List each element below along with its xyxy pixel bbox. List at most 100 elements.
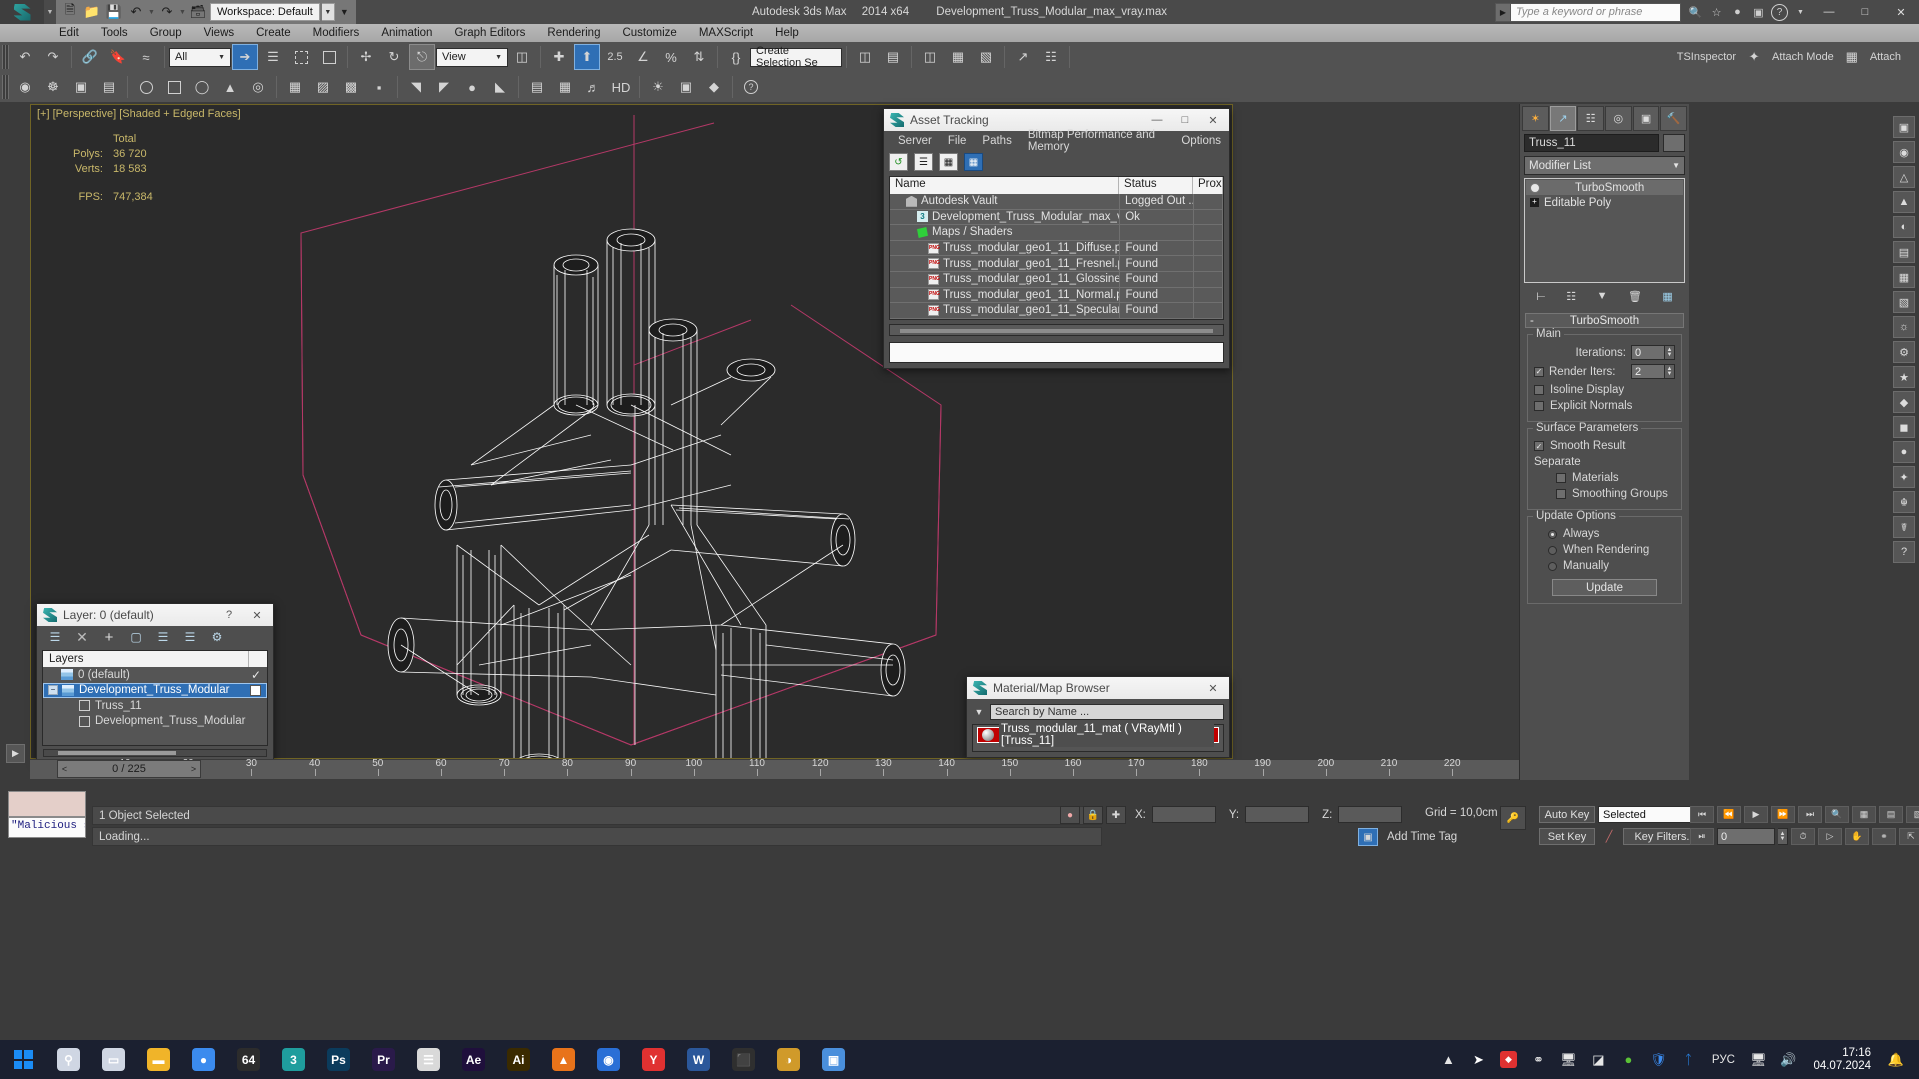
explorer-icon[interactable]: ▬	[136, 1040, 181, 1079]
radio-button[interactable]	[1548, 561, 1557, 571]
attach-mode-icon[interactable]: ▦	[1839, 44, 1865, 70]
asset-table-row[interactable]: Truss_modular_geo1_11_Glossiness.pngFoun…	[890, 271, 1223, 288]
cylinder-primitive-button[interactable]: ◯	[189, 74, 215, 100]
telegram-icon[interactable]: ➤	[1463, 1040, 1493, 1079]
update-option-always[interactable]: Always	[1534, 526, 1675, 542]
pin-stack-icon[interactable]: ⊢	[1536, 290, 1546, 303]
layer-dialog-help[interactable]: ?	[215, 605, 243, 625]
schematic-view-button[interactable]: ☷	[1038, 44, 1064, 70]
minimize-button[interactable]: —	[1811, 0, 1847, 24]
cone-primitive-button[interactable]: ▲	[217, 74, 243, 100]
asset-tracking-titlebar[interactable]: Asset Tracking — □ ✕	[884, 109, 1229, 131]
asset-menu-bitmap-performance-and-memory[interactable]: Bitmap Performance and Memory	[1020, 129, 1174, 153]
menu-item-group[interactable]: Group	[139, 24, 193, 42]
delete-layer-icon[interactable]: ✕	[74, 629, 90, 645]
clock[interactable]: 17:16 04.07.2024	[1803, 1047, 1881, 1073]
layer-properties-icon[interactable]: ⚙	[209, 629, 225, 645]
ribbon-toggle-button[interactable]: ▧	[973, 44, 999, 70]
hierarchy-tab[interactable]: ☷	[1577, 106, 1605, 131]
render-preview-thumbnail[interactable]	[8, 791, 86, 817]
explicit-normals-row[interactable]: Explicit Normals	[1534, 398, 1675, 414]
key-mode-combo[interactable]: Selected ▼	[1598, 806, 1702, 823]
material-list-item[interactable]: Truss_modular_11_mat ( VRayMtl ) [Truss_…	[977, 723, 1219, 747]
selection-lock-pin-icon[interactable]: ●	[1060, 806, 1080, 824]
tool-icon-16[interactable]: ☬	[1893, 491, 1915, 513]
unreal-icon[interactable]: ◑	[766, 1040, 811, 1079]
column-status[interactable]: Status	[1119, 177, 1193, 194]
modify-tab[interactable]: ↗	[1549, 106, 1577, 131]
expand-subobject-icon[interactable]: +	[1530, 198, 1539, 207]
spinner-snap-button[interactable]: ⇅	[686, 44, 712, 70]
key-mode-toggle-icon[interactable]: ╱	[1598, 830, 1620, 843]
asset-tracking-minimize[interactable]: —	[1143, 110, 1171, 130]
display-icon[interactable]: 🖥	[1553, 1040, 1583, 1079]
smooth-result-row[interactable]: ✓ Smooth Result	[1534, 438, 1675, 454]
tool-icon-14[interactable]: ●	[1893, 441, 1915, 463]
grid-view-icon[interactable]: ▦	[964, 153, 983, 171]
snapshot-button[interactable]: ▨	[310, 74, 336, 100]
select-object-button[interactable]: ➔	[232, 44, 258, 70]
asset-table-row[interactable]: Truss_modular_geo1_11_Specular.pngFound	[890, 303, 1223, 319]
help-icon[interactable]: ?	[1770, 3, 1789, 22]
layer-expander-icon[interactable]: −	[48, 685, 58, 696]
render-frame-window-button[interactable]: ▣	[68, 74, 94, 100]
premiere-icon[interactable]: Pr	[361, 1040, 406, 1079]
light-button[interactable]: ☀	[645, 74, 671, 100]
curve-editor-button[interactable]: ↗	[1010, 44, 1036, 70]
set-key-button[interactable]: Set Key	[1539, 828, 1595, 845]
field-of-view-icon[interactable]: ▷	[1818, 828, 1842, 845]
asset-table-row[interactable]: Truss_modular_geo1_11_Normal.pngFound	[890, 287, 1223, 304]
sphere-primitive-button[interactable]	[133, 74, 159, 100]
absolute-relative-mode-icon[interactable]: ✚	[1106, 806, 1126, 824]
key-lock-icon[interactable]: 🔑	[1500, 806, 1526, 830]
maximize-viewport-icon[interactable]: ⇱	[1899, 828, 1919, 845]
graphics-icon[interactable]: ◪	[1583, 1040, 1613, 1079]
search-icon[interactable]: ⚲	[46, 1040, 91, 1079]
layer-visibility-box[interactable]	[250, 684, 261, 696]
asset-table-row[interactable]: 3 Development_Truss_Modular_max_vray.maxO…	[890, 209, 1223, 226]
layer-dialog-titlebar[interactable]: Layer: 0 (default) ? ✕	[37, 604, 273, 626]
undo-button[interactable]: ↶	[12, 44, 38, 70]
quickslice-button[interactable]: ◥	[403, 74, 429, 100]
aftereffects-icon[interactable]: Ae	[451, 1040, 496, 1079]
current-frame-spinner[interactable]: ▲ ▼	[1778, 828, 1788, 845]
layer-row[interactable]: Truss_11	[43, 698, 267, 714]
previous-frame-button[interactable]: ⏪	[1717, 806, 1741, 823]
tool-icon-7[interactable]: ▦	[1893, 266, 1915, 288]
tool-icon-15[interactable]: ✦	[1893, 466, 1915, 488]
material-browser-titlebar[interactable]: Material/Map Browser ✕	[967, 677, 1229, 699]
render-iters-input[interactable]: 2	[1631, 364, 1665, 379]
materials-row[interactable]: Materials	[1534, 470, 1675, 486]
iterations-input[interactable]: 0	[1631, 345, 1665, 360]
layer-horizontal-scrollbar[interactable]	[43, 749, 267, 757]
iterations-spinner[interactable]: ▲ ▼	[1665, 345, 1675, 360]
play-animation-button[interactable]: ▶	[1744, 806, 1768, 823]
select-and-move-button[interactable]: ✢	[353, 44, 379, 70]
asset-tracking-close[interactable]: ✕	[1199, 110, 1227, 130]
word-icon[interactable]: W	[676, 1040, 721, 1079]
go-to-start-button[interactable]: ⏮	[1690, 806, 1714, 823]
material-browser-close[interactable]: ✕	[1199, 678, 1227, 698]
tool-icon-11[interactable]: ★	[1893, 366, 1915, 388]
bind-space-warp-button[interactable]: ≈	[133, 44, 159, 70]
maxscript-mini-listener[interactable]: "Malicious s	[8, 817, 86, 838]
material-editor-button[interactable]: ◉	[12, 74, 38, 100]
list-view-icon[interactable]: ☰	[914, 153, 933, 171]
bell-icon[interactable]: 🔔	[1881, 1040, 1911, 1079]
yandex-icon[interactable]: Y	[631, 1040, 676, 1079]
materials-checkbox[interactable]	[1556, 473, 1566, 483]
angle-snap-toggle-button[interactable]: 2.5	[602, 44, 628, 70]
terminal-icon[interactable]: ⬛	[721, 1040, 766, 1079]
layer-dialog[interactable]: Layer: 0 (default) ? ✕ ☰ ✕ + ▢ ☰ ☰ ⚙ Lay…	[36, 603, 274, 763]
create-new-layer-icon[interactable]: ☰	[47, 629, 63, 645]
asset-tracking-maximize[interactable]: □	[1171, 110, 1199, 130]
isoline-display-checkbox[interactable]	[1534, 385, 1544, 395]
help-topic-button[interactable]: ?	[738, 74, 764, 100]
snaps-toggle-button[interactable]: ⬆	[574, 44, 600, 70]
add-time-tag-label[interactable]: Add Time Tag	[1387, 831, 1457, 843]
weld-button[interactable]: ●	[459, 74, 485, 100]
menu-item-graph-editors[interactable]: Graph Editors	[443, 24, 536, 42]
tool-icon-9[interactable]: ☼	[1893, 316, 1915, 338]
time-configuration-icon[interactable]: ⏱	[1791, 828, 1815, 845]
taskview-icon[interactable]: ▭	[91, 1040, 136, 1079]
